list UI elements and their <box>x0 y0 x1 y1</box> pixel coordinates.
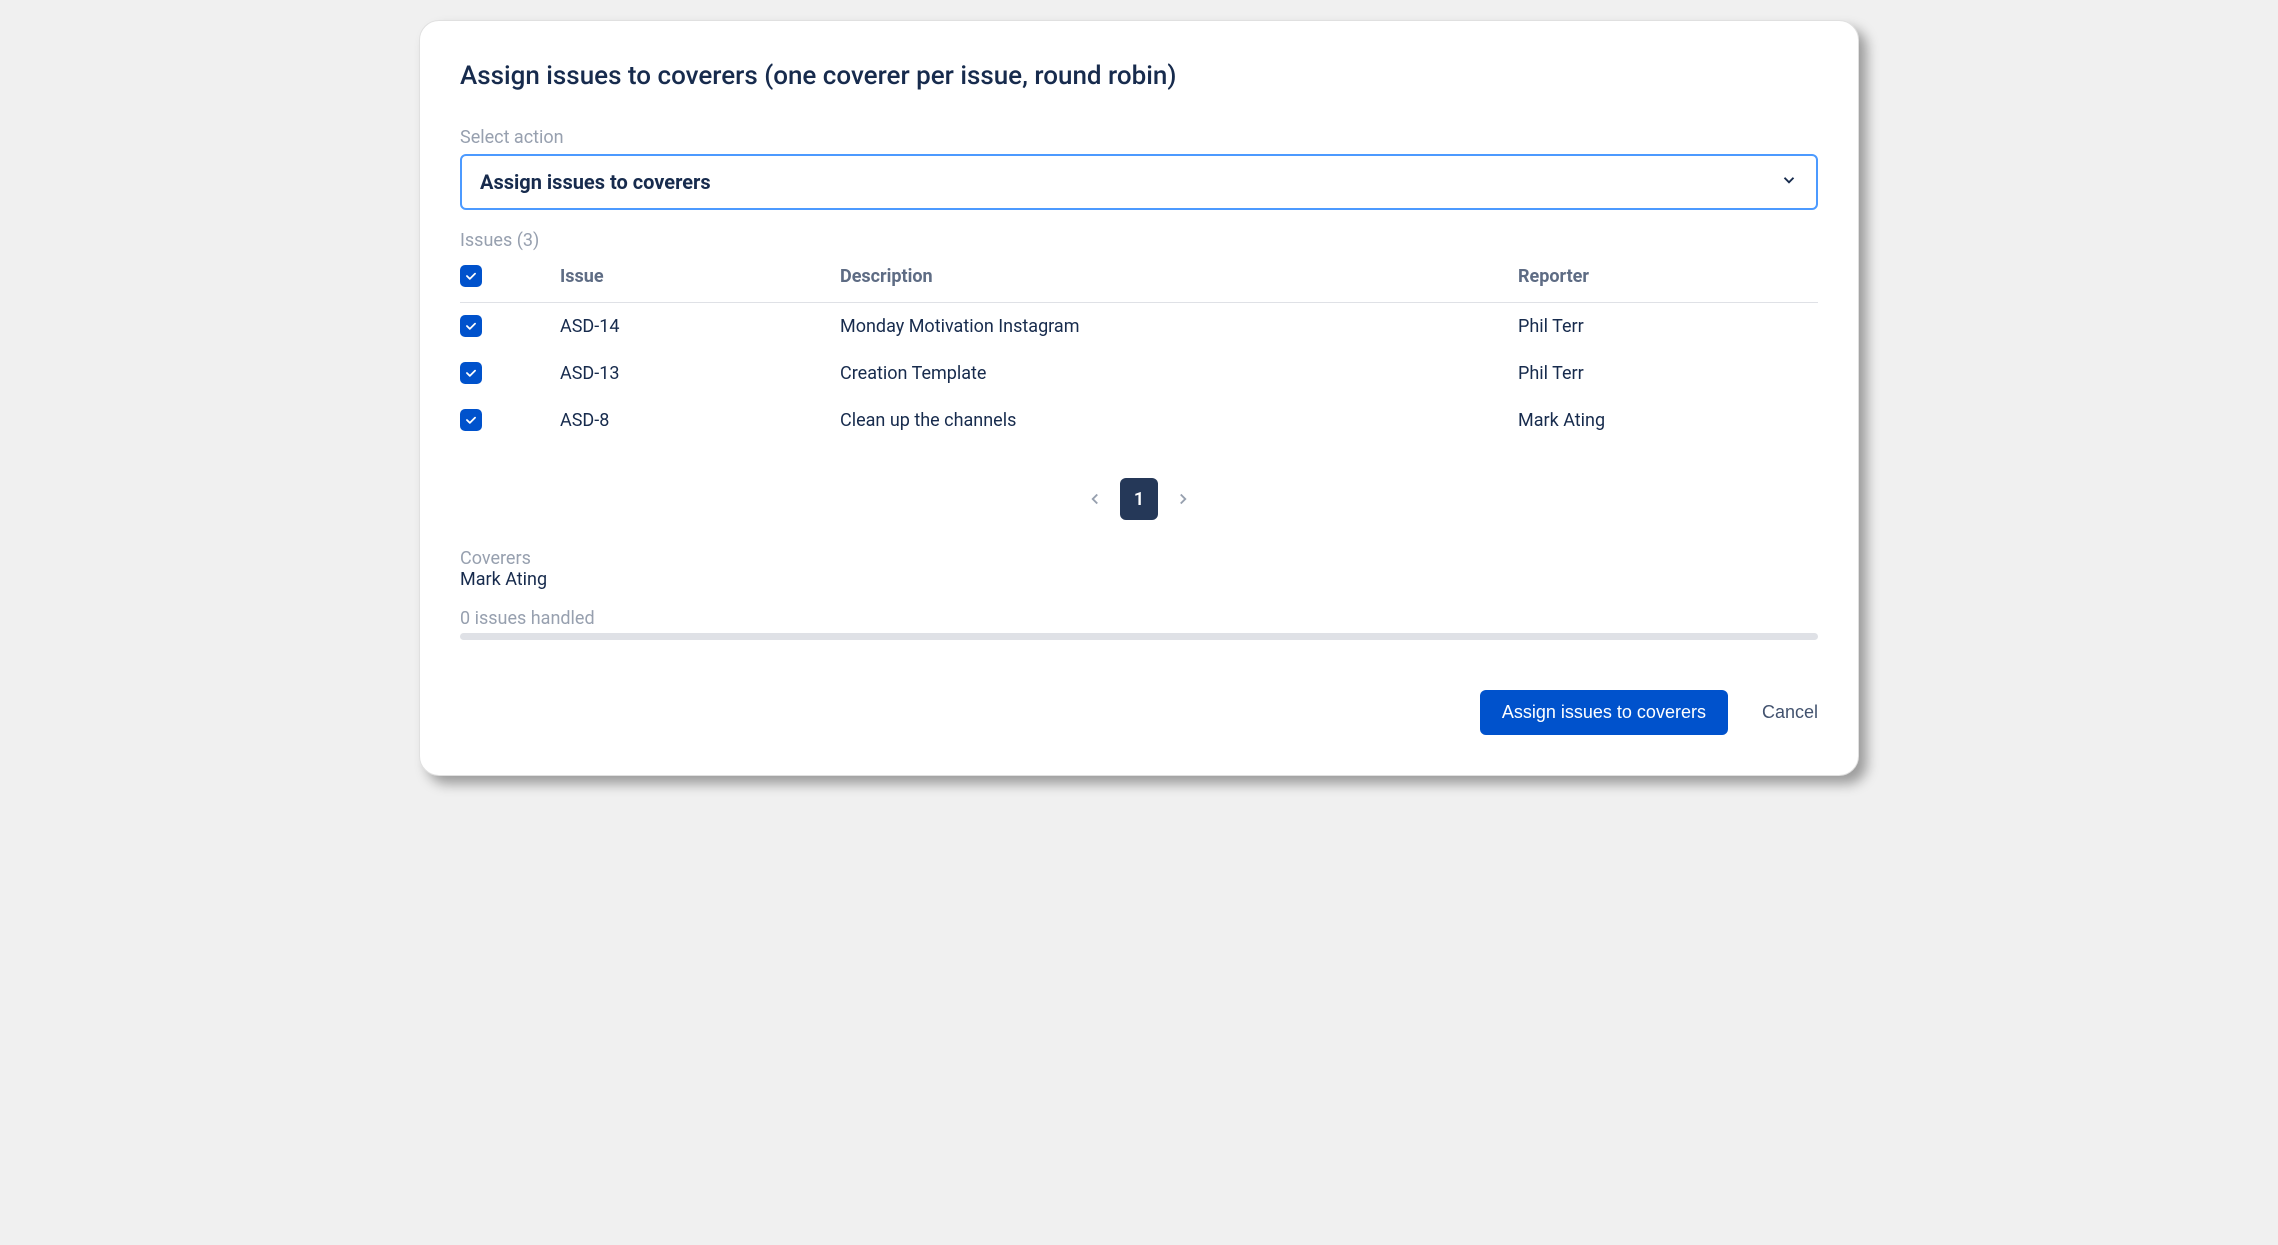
assign-button[interactable]: Assign issues to coverers <box>1480 690 1728 735</box>
chevron-down-icon <box>1780 171 1798 193</box>
progress-label: 0 issues handled <box>460 608 1818 629</box>
row-checkbox[interactable] <box>460 362 482 384</box>
issue-id: ASD-14 <box>560 303 840 351</box>
column-header-reporter: Reporter <box>1518 255 1818 303</box>
issue-reporter: Mark Ating <box>1518 397 1818 444</box>
column-header-issue: Issue <box>560 255 840 303</box>
issue-id: ASD-13 <box>560 350 840 397</box>
issue-description: Creation Template <box>840 350 1518 397</box>
issue-description: Clean up the channels <box>840 397 1518 444</box>
select-all-checkbox[interactable] <box>460 265 482 287</box>
table-row: ASD-13 Creation Template Phil Terr <box>460 350 1818 397</box>
action-select-value: Assign issues to coverers <box>480 170 711 194</box>
issue-reporter: Phil Terr <box>1518 303 1818 351</box>
issues-label: Issues (3) <box>460 230 1818 251</box>
issue-reporter: Phil Terr <box>1518 350 1818 397</box>
issue-description: Monday Motivation Instagram <box>840 303 1518 351</box>
row-checkbox[interactable] <box>460 315 482 337</box>
action-label: Select action <box>460 127 1818 148</box>
row-checkbox[interactable] <box>460 409 482 431</box>
next-page-button[interactable] <box>1174 490 1192 508</box>
progress-bar <box>460 633 1818 640</box>
dialog-title: Assign issues to coverers (one coverer p… <box>460 61 1818 91</box>
dialog-actions: Assign issues to coverers Cancel <box>460 690 1818 735</box>
issues-table: Issue Description Reporter ASD-14 Monday… <box>460 255 1818 444</box>
coverers-label: Coverers <box>460 548 1818 569</box>
page-number-current[interactable]: 1 <box>1120 478 1158 520</box>
chevron-right-icon <box>1174 490 1192 508</box>
column-header-description: Description <box>840 255 1518 303</box>
prev-page-button[interactable] <box>1086 490 1104 508</box>
assign-issues-dialog: Assign issues to coverers (one coverer p… <box>419 20 1859 776</box>
pagination: 1 <box>460 478 1818 520</box>
action-select[interactable]: Assign issues to coverers <box>460 154 1818 210</box>
cancel-button[interactable]: Cancel <box>1762 702 1818 723</box>
coverers-name: Mark Ating <box>460 569 1818 590</box>
chevron-left-icon <box>1086 490 1104 508</box>
table-row: ASD-8 Clean up the channels Mark Ating <box>460 397 1818 444</box>
issue-id: ASD-8 <box>560 397 840 444</box>
table-row: ASD-14 Monday Motivation Instagram Phil … <box>460 303 1818 351</box>
